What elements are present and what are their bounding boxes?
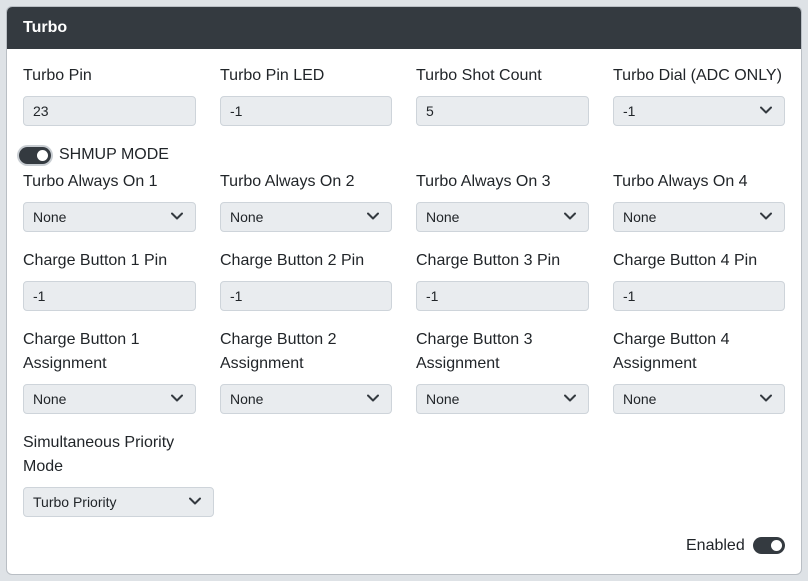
turbo-always-on-1-label: Turbo Always On 1 [23, 173, 158, 190]
label-line: Charge Button 1 [23, 331, 140, 348]
charge-button-4-pin-label: Charge Button 4 Pin [613, 252, 758, 269]
charge-button-4-pin-input[interactable]: -1 [613, 281, 785, 311]
turbo-pin-input[interactable]: 23 [23, 96, 196, 126]
turbo-pin-label: Turbo Pin [23, 67, 92, 84]
turbo-always-on-1-value: None [33, 209, 67, 225]
turbo-always-on-2-select[interactable]: None [220, 202, 392, 232]
shmup-mode-toggle[interactable] [19, 147, 51, 164]
charge-button-4-assignment-value: None [623, 391, 657, 407]
card-header-title: Turbo [7, 7, 801, 49]
charge-button-3-assignment-select[interactable]: None [416, 384, 589, 414]
label-line: Charge Button 4 [613, 331, 730, 348]
turbo-always-on-3-value: None [426, 209, 460, 225]
charge-button-2-assignment-label: Charge Button 2 Assignment [220, 328, 337, 376]
turbo-shot-count-label: Turbo Shot Count [416, 67, 542, 84]
charge-button-2-assignment-select[interactable]: None [220, 384, 392, 414]
turbo-always-on-4-label: Turbo Always On 4 [613, 173, 748, 190]
label-line: Assignment [416, 355, 500, 372]
charge-button-1-assignment-label: Charge Button 1 Assignment [23, 328, 140, 376]
chevron-down-icon [564, 394, 576, 402]
turbo-shot-count-input[interactable]: 5 [416, 96, 589, 126]
charge-button-2-pin-label: Charge Button 2 Pin [220, 252, 365, 269]
shmup-mode-label: SHMUP MODE [59, 146, 169, 163]
simultaneous-priority-mode-select[interactable]: Turbo Priority [23, 487, 214, 517]
chevron-down-icon [171, 212, 183, 220]
chevron-down-icon [367, 394, 379, 402]
turbo-card: Turbo Turbo Pin 23 Turbo Pin LED -1 Turb… [6, 6, 802, 575]
charge-button-1-assignment-select[interactable]: None [23, 384, 196, 414]
turbo-pin-led-input[interactable]: -1 [220, 96, 392, 126]
charge-button-1-pin-label: Charge Button 1 Pin [23, 252, 168, 269]
simultaneous-priority-mode-value: Turbo Priority [33, 494, 117, 510]
chevron-down-icon [564, 212, 576, 220]
charge-button-4-assignment-select[interactable]: None [613, 384, 785, 414]
turbo-dial-value: -1 [623, 103, 636, 119]
label-line: Assignment [220, 355, 304, 372]
turbo-dial-select[interactable]: -1 [613, 96, 785, 126]
enabled-toggle[interactable] [753, 537, 785, 554]
label-line: Mode [23, 458, 64, 475]
turbo-always-on-3-select[interactable]: None [416, 202, 589, 232]
chevron-down-icon [171, 394, 183, 402]
charge-button-2-pin-input[interactable]: -1 [220, 281, 392, 311]
label-line: Assignment [23, 355, 107, 372]
simultaneous-priority-mode-label: Simultaneous Priority Mode [23, 431, 174, 479]
charge-button-3-assignment-label: Charge Button 3 Assignment [416, 328, 533, 376]
charge-button-3-assignment-value: None [426, 391, 460, 407]
label-line: Simultaneous Priority [23, 434, 175, 451]
turbo-always-on-4-value: None [623, 209, 657, 225]
charge-button-2-assignment-value: None [230, 391, 264, 407]
chevron-down-icon [367, 212, 379, 220]
charge-button-4-assignment-label: Charge Button 4 Assignment [613, 328, 730, 376]
turbo-always-on-1-select[interactable]: None [23, 202, 196, 232]
charge-button-1-assignment-value: None [33, 391, 67, 407]
turbo-always-on-2-label: Turbo Always On 2 [220, 173, 355, 190]
charge-button-3-pin-label: Charge Button 3 Pin [416, 252, 561, 269]
charge-button-1-pin-input[interactable]: -1 [23, 281, 196, 311]
label-line: Assignment [613, 355, 697, 372]
chevron-down-icon [760, 212, 772, 220]
chevron-down-icon [760, 106, 772, 114]
chevron-down-icon [760, 394, 772, 402]
turbo-always-on-2-value: None [230, 209, 264, 225]
chevron-down-icon [189, 497, 201, 505]
enabled-label: Enabled [686, 537, 745, 554]
charge-button-3-pin-input[interactable]: -1 [416, 281, 589, 311]
turbo-always-on-3-label: Turbo Always On 3 [416, 173, 551, 190]
label-line: Charge Button 3 [416, 331, 533, 348]
turbo-pin-led-label: Turbo Pin LED [220, 67, 325, 84]
label-line: Charge Button 2 [220, 331, 337, 348]
turbo-dial-label: Turbo Dial (ADC ONLY) [613, 67, 782, 84]
turbo-always-on-4-select[interactable]: None [613, 202, 785, 232]
